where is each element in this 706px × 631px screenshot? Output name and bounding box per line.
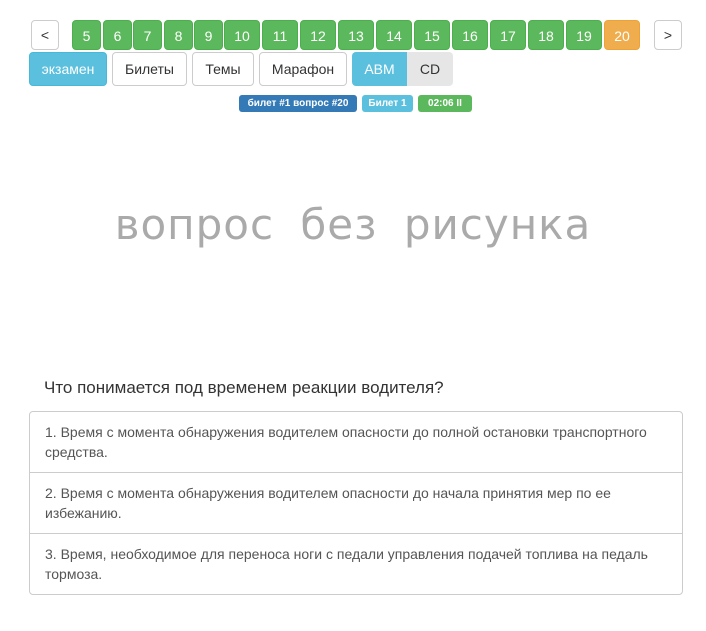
page-button-15[interactable]: 15 bbox=[414, 20, 450, 50]
page-button-13[interactable]: 13 bbox=[338, 20, 374, 50]
ticket-badge: Билет 1 bbox=[362, 95, 413, 112]
page-button-11[interactable]: 11 bbox=[262, 20, 298, 50]
category-abm-button[interactable]: ABM bbox=[352, 52, 407, 86]
image-placeholder: вопрос без рисунка bbox=[114, 200, 592, 249]
page-button-16[interactable]: 16 bbox=[452, 20, 488, 50]
page-button-12[interactable]: 12 bbox=[300, 20, 336, 50]
answer-option-1[interactable]: 1. Время с момента обнаружения водителем… bbox=[30, 412, 682, 472]
tab-marathon[interactable]: Марафон bbox=[259, 52, 347, 86]
timer-badge[interactable]: 02:06 II bbox=[418, 95, 472, 112]
page-button-8[interactable]: 8 bbox=[164, 20, 193, 50]
prev-page-button[interactable]: < bbox=[31, 20, 59, 50]
question-text: Что понимается под временем реакции води… bbox=[44, 378, 444, 397]
ticket-question-badge: билет #1 вопрос #20 bbox=[239, 95, 357, 112]
page-button-7[interactable]: 7 bbox=[133, 20, 162, 50]
page-button-19[interactable]: 19 bbox=[566, 20, 602, 50]
question-pager: < 5 6 7 8 9 10 11 12 13 14 15 16 17 18 1… bbox=[31, 20, 684, 50]
tab-topics[interactable]: Темы bbox=[192, 52, 254, 86]
page-button-5[interactable]: 5 bbox=[72, 20, 101, 50]
next-page-button[interactable]: > bbox=[654, 20, 682, 50]
answer-option-3[interactable]: 3. Время, необходимое для переноса ноги … bbox=[30, 533, 682, 594]
answer-option-2[interactable]: 2. Время с момента обнаружения водителем… bbox=[30, 472, 682, 533]
page-button-18[interactable]: 18 bbox=[528, 20, 564, 50]
tab-tickets[interactable]: Билеты bbox=[112, 52, 187, 86]
page-button-6[interactable]: 6 bbox=[103, 20, 132, 50]
page-button-10[interactable]: 10 bbox=[224, 20, 260, 50]
page-button-9[interactable]: 9 bbox=[194, 20, 223, 50]
page-button-14[interactable]: 14 bbox=[376, 20, 412, 50]
page-button-17[interactable]: 17 bbox=[490, 20, 526, 50]
answer-list: 1. Время с момента обнаружения водителем… bbox=[29, 411, 683, 595]
tab-exam[interactable]: экзамен bbox=[29, 52, 107, 86]
page-button-20-current[interactable]: 20 bbox=[604, 20, 640, 50]
category-cd-button[interactable]: CD bbox=[407, 52, 453, 86]
